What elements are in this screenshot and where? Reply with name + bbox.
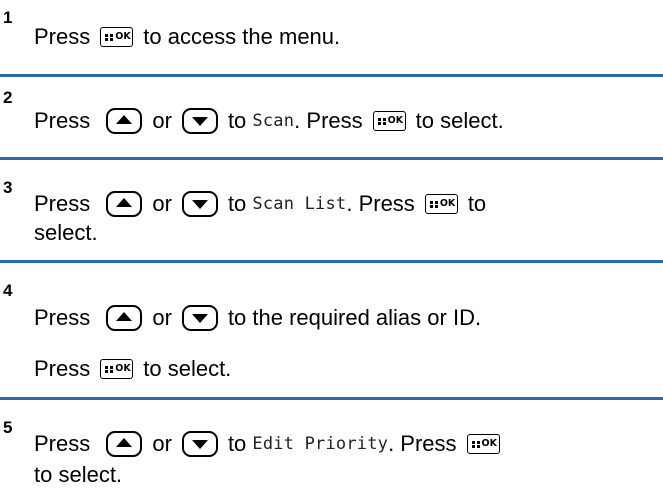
menu-ok-key-icon: OK: [424, 194, 458, 215]
down-arrow-key-icon: [181, 108, 218, 135]
step-divider: [0, 260, 663, 263]
step-instruction-cont: to select.: [34, 462, 123, 487]
step-instruction: Press or to the required alias or ID.: [34, 305, 482, 332]
step-instruction: Press or to Scan List. Press OK to: [34, 191, 487, 218]
up-arrow-key-icon: [106, 305, 143, 332]
up-arrow-key-icon: [106, 108, 143, 135]
step-divider: [0, 74, 663, 77]
step-number: 3: [3, 178, 13, 197]
step-instruction-cont: Press OK to select.: [34, 356, 232, 382]
step-number: 5: [3, 418, 13, 437]
menu-ok-key-icon: OK: [100, 359, 134, 380]
step-instruction: Press OK to access the menu.: [34, 24, 341, 50]
step-instruction: Press or to Scan. Press OK to select.: [34, 108, 504, 135]
step-number: 1: [3, 8, 13, 27]
menu-item-scan: Scan: [252, 111, 295, 132]
menu-ok-key-icon: OK: [466, 434, 500, 455]
step-number: 4: [3, 281, 13, 300]
step-divider: [0, 397, 663, 400]
menu-ok-key-icon: OK: [100, 27, 134, 48]
down-arrow-key-icon: [181, 305, 218, 332]
step-divider: [0, 157, 663, 160]
step-instruction-cont: select.: [34, 220, 98, 245]
up-arrow-key-icon: [106, 431, 143, 458]
step-number: 2: [3, 88, 13, 107]
menu-item-edit-priority: Edit Priority: [252, 434, 389, 455]
down-arrow-key-icon: [181, 431, 218, 458]
menu-ok-key-icon: OK: [372, 111, 406, 132]
up-arrow-key-icon: [106, 191, 143, 218]
menu-item-scan-list: Scan List: [252, 194, 347, 215]
step-instruction: Press or to Edit Priority. Press OK: [34, 430, 500, 458]
down-arrow-key-icon: [181, 191, 218, 218]
